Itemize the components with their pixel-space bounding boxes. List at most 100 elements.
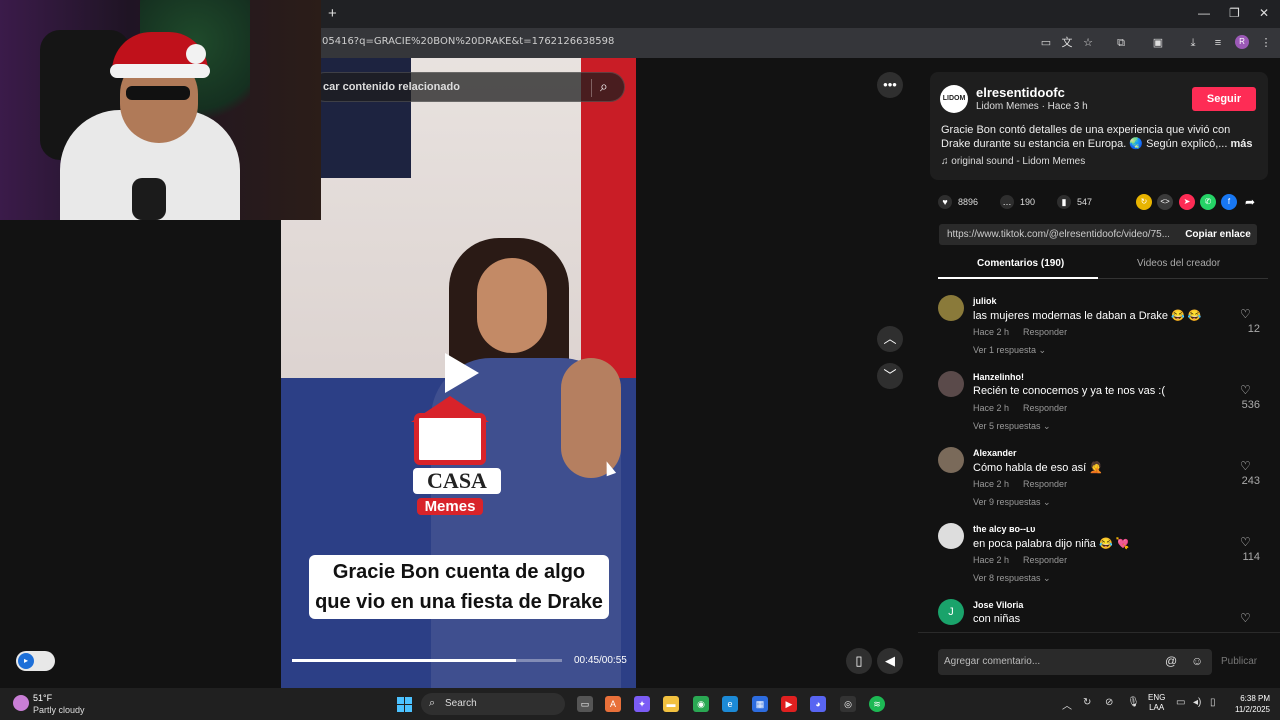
comment-like-count: 114 <box>1242 551 1260 563</box>
repost-icon[interactable]: ↻ <box>1136 194 1152 210</box>
comment-tabs: Comentarios (190) Videos del creador <box>938 254 1268 279</box>
split-view-icon[interactable]: ▣ <box>1150 35 1166 51</box>
youtube-icon[interactable]: ▶ <box>781 696 797 712</box>
chrome-icon[interactable]: ◉ <box>693 696 709 712</box>
facebook-icon[interactable]: f <box>1221 194 1237 210</box>
taskbar-search[interactable]: ⌕ Search <box>421 693 565 715</box>
view-replies-button[interactable]: Ver 1 respuesta ⌄ <box>973 345 1046 356</box>
comment-username[interactable]: the alcy ʙᴏ--ʟᴜ <box>973 524 1035 534</box>
comment-avatar[interactable] <box>938 447 964 473</box>
reply-button[interactable]: Responder <box>1023 327 1067 337</box>
toggle-knob-icon: ▸ <box>18 653 34 669</box>
comment-like-icon[interactable]: ♡ <box>1240 307 1251 321</box>
battery-icon[interactable]: ▯ <box>1210 697 1216 708</box>
minimize-icon[interactable]: — <box>1198 6 1210 20</box>
restore-icon[interactable]: ❐ <box>1229 6 1240 20</box>
comment-username[interactable]: juliok <box>973 296 997 306</box>
related-search-box[interactable]: car contenido relacionado ⌕ <box>310 72 625 102</box>
new-tab-button[interactable]: + <box>328 5 337 22</box>
comment-avatar[interactable]: J <box>938 599 964 625</box>
comment-like-icon[interactable]: ♡ <box>1240 383 1251 397</box>
comment-like-icon[interactable]: ♡ <box>1240 535 1251 549</box>
more-link[interactable]: más <box>1230 138 1252 150</box>
comment-username[interactable]: Jose Viloria <box>973 600 1023 610</box>
weather-temperature[interactable]: 51°F <box>33 693 52 703</box>
publish-button[interactable]: Publicar <box>1221 656 1257 667</box>
more-options-icon[interactable]: ••• <box>877 72 903 98</box>
reply-button[interactable]: Responder <box>1023 479 1067 489</box>
taskbar-clock[interactable]: 6:38 PM 11/2/2025 <box>1226 693 1270 715</box>
like-action[interactable]: ♥ 8896 <box>938 194 978 210</box>
microphone-icon[interactable]: 🎙 <box>1127 697 1140 708</box>
share-arrow-icon[interactable]: ➦ <box>1242 194 1258 210</box>
comment-avatar[interactable] <box>938 295 964 321</box>
comment-input[interactable]: Agregar comentario... @ ☺ <box>938 649 1212 675</box>
next-video-icon[interactable]: ﹀ <box>877 363 903 389</box>
comment-avatar[interactable] <box>938 523 964 549</box>
autoscroll-toggle[interactable]: ▸ <box>16 651 55 671</box>
send-icon[interactable]: ➤ <box>1179 194 1195 210</box>
camera-off-icon[interactable]: ⊘ <box>1105 697 1113 708</box>
pip-icon[interactable]: ▯ <box>846 648 872 674</box>
network-icon[interactable]: ▭ <box>1176 697 1185 708</box>
view-replies-button[interactable]: Ver 5 respuestas ⌄ <box>973 421 1051 432</box>
previous-video-icon[interactable]: ︿ <box>877 326 903 352</box>
obs-icon[interactable]: ◎ <box>840 696 856 712</box>
task-view-icon[interactable]: ▭ <box>577 696 593 712</box>
save-action[interactable]: ▮ 547 <box>1057 194 1092 210</box>
comment-like-icon[interactable]: ♡ <box>1240 611 1251 625</box>
reply-button[interactable]: Responder <box>1023 555 1067 565</box>
file-explorer-icon[interactable]: ▬ <box>663 696 679 712</box>
comment-username[interactable]: Alexander <box>973 448 1017 458</box>
comment-like-icon[interactable]: ♡ <box>1240 459 1251 473</box>
emoji-icon[interactable]: ☺ <box>1191 654 1203 668</box>
mention-icon[interactable]: @ <box>1165 654 1177 668</box>
volume-icon[interactable]: ◀ <box>877 648 903 674</box>
extensions-icon[interactable]: ⧉ <box>1113 35 1129 51</box>
sync-icon[interactable]: ↻ <box>1083 697 1091 708</box>
volume-tray-icon[interactable]: ◂) <box>1193 697 1201 708</box>
view-replies-button[interactable]: Ver 8 respuestas ⌄ <box>973 573 1051 584</box>
weather-description[interactable]: Partly cloudy <box>33 705 85 715</box>
whatsapp-icon[interactable]: ✆ <box>1200 194 1216 210</box>
video-progress-bar[interactable] <box>292 659 562 662</box>
windows-start-icon[interactable] <box>397 697 412 712</box>
tab-comments[interactable]: Comentarios (190) <box>977 258 1064 269</box>
follow-button[interactable]: Seguir <box>1192 87 1256 111</box>
play-icon[interactable] <box>445 353 479 393</box>
menu-kebab-icon[interactable]: ⋮ <box>1258 35 1274 51</box>
spotify-icon[interactable]: ≋ <box>869 696 885 712</box>
weather-icon[interactable] <box>13 695 29 711</box>
search-icon[interactable]: ⌕ <box>600 78 608 95</box>
tray-overflow-icon[interactable]: ︿ <box>1062 697 1072 712</box>
edge-icon[interactable]: e <box>722 696 738 712</box>
tab-creator-videos[interactable]: Videos del creador <box>1137 258 1220 269</box>
view-replies-button[interactable]: Ver 9 respuestas ⌄ <box>973 497 1051 508</box>
video-player[interactable]: CASA Memes Gracie Bon cuenta de algo que… <box>281 58 636 688</box>
bookmark-star-icon[interactable]: ☆ <box>1080 35 1096 51</box>
store-icon[interactable]: ▦ <box>752 696 768 712</box>
app-launcher-icon[interactable]: A <box>605 696 621 712</box>
creator-username[interactable]: elresentidoofc <box>976 85 1065 100</box>
comment-avatar[interactable] <box>938 371 964 397</box>
related-search-input[interactable]: car contenido relacionado <box>323 81 460 93</box>
profile-avatar[interactable]: R <box>1235 35 1249 49</box>
comment-action[interactable]: … 190 <box>1000 194 1035 210</box>
translate-icon[interactable]: 文 <box>1059 35 1075 51</box>
close-icon[interactable]: ✕ <box>1259 6 1269 20</box>
creator-avatar[interactable]: LIDOM <box>940 85 968 113</box>
embed-icon[interactable]: <> <box>1157 194 1173 210</box>
language-indicator[interactable]: ENG LAA <box>1148 693 1165 713</box>
cast-icon[interactable]: ▭ <box>1038 35 1054 51</box>
reading-list-icon[interactable]: ≡ <box>1210 35 1226 51</box>
discord-icon[interactable]: ◕ <box>810 696 826 712</box>
copy-link-button[interactable]: Copiar enlace <box>1179 224 1257 245</box>
download-icon[interactable]: ⤓ <box>1185 35 1201 51</box>
comment-item: juliok las mujeres modernas le daban a D… <box>938 295 1260 367</box>
comment-username[interactable]: Hanzelinho! <box>973 372 1024 382</box>
copilot-icon[interactable]: ✦ <box>634 696 650 712</box>
url-text[interactable]: 05416?q=GRACIE%20BON%20DRAKE&t=176212663… <box>322 36 614 47</box>
reply-button[interactable]: Responder <box>1023 403 1067 413</box>
share-link-text[interactable]: https://www.tiktok.com/@elresentidoofc/v… <box>947 229 1169 240</box>
sound-link[interactable]: ♫ original sound - Lidom Memes <box>941 156 1085 167</box>
